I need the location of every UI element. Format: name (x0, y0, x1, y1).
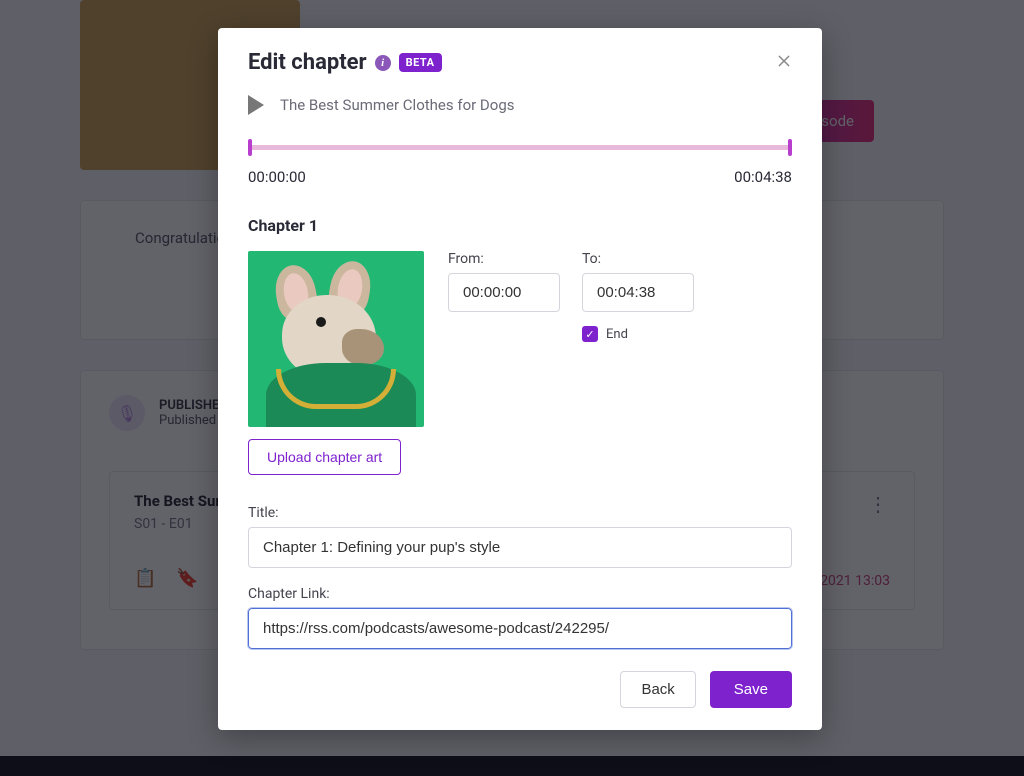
upload-chapter-art-button[interactable]: Upload chapter art (248, 439, 401, 475)
play-icon[interactable] (248, 95, 264, 115)
end-checkbox-label: End (606, 327, 628, 342)
chapter-timeline[interactable] (248, 145, 792, 150)
chapter-art-preview (248, 251, 424, 427)
chapter-link-input[interactable] (248, 608, 792, 649)
modal-title: Edit chapter (248, 50, 367, 75)
info-icon[interactable]: i (375, 55, 391, 71)
chapter-number-label: Chapter 1 (248, 216, 792, 235)
to-input[interactable] (582, 273, 694, 312)
end-checkbox[interactable]: ✓ (582, 326, 598, 342)
to-label: To: (582, 251, 694, 267)
chapter-title-input[interactable] (248, 527, 792, 568)
close-icon[interactable] (772, 49, 796, 73)
beta-badge: BETA (399, 53, 442, 72)
modal-header: Edit chapter i BETA (248, 50, 792, 75)
timeline-end: 00:04:38 (734, 168, 792, 186)
link-label: Chapter Link: (248, 586, 792, 602)
edit-chapter-modal: Edit chapter i BETA The Best Summer Clot… (218, 28, 822, 730)
from-input[interactable] (448, 273, 560, 312)
timeline-start: 00:00:00 (248, 168, 306, 186)
save-button[interactable]: Save (710, 671, 792, 708)
from-label: From: (448, 251, 560, 267)
track-title: The Best Summer Clothes for Dogs (280, 96, 515, 114)
audio-player-row: The Best Summer Clothes for Dogs (248, 95, 792, 115)
back-button[interactable]: Back (620, 671, 695, 708)
title-label: Title: (248, 505, 792, 521)
